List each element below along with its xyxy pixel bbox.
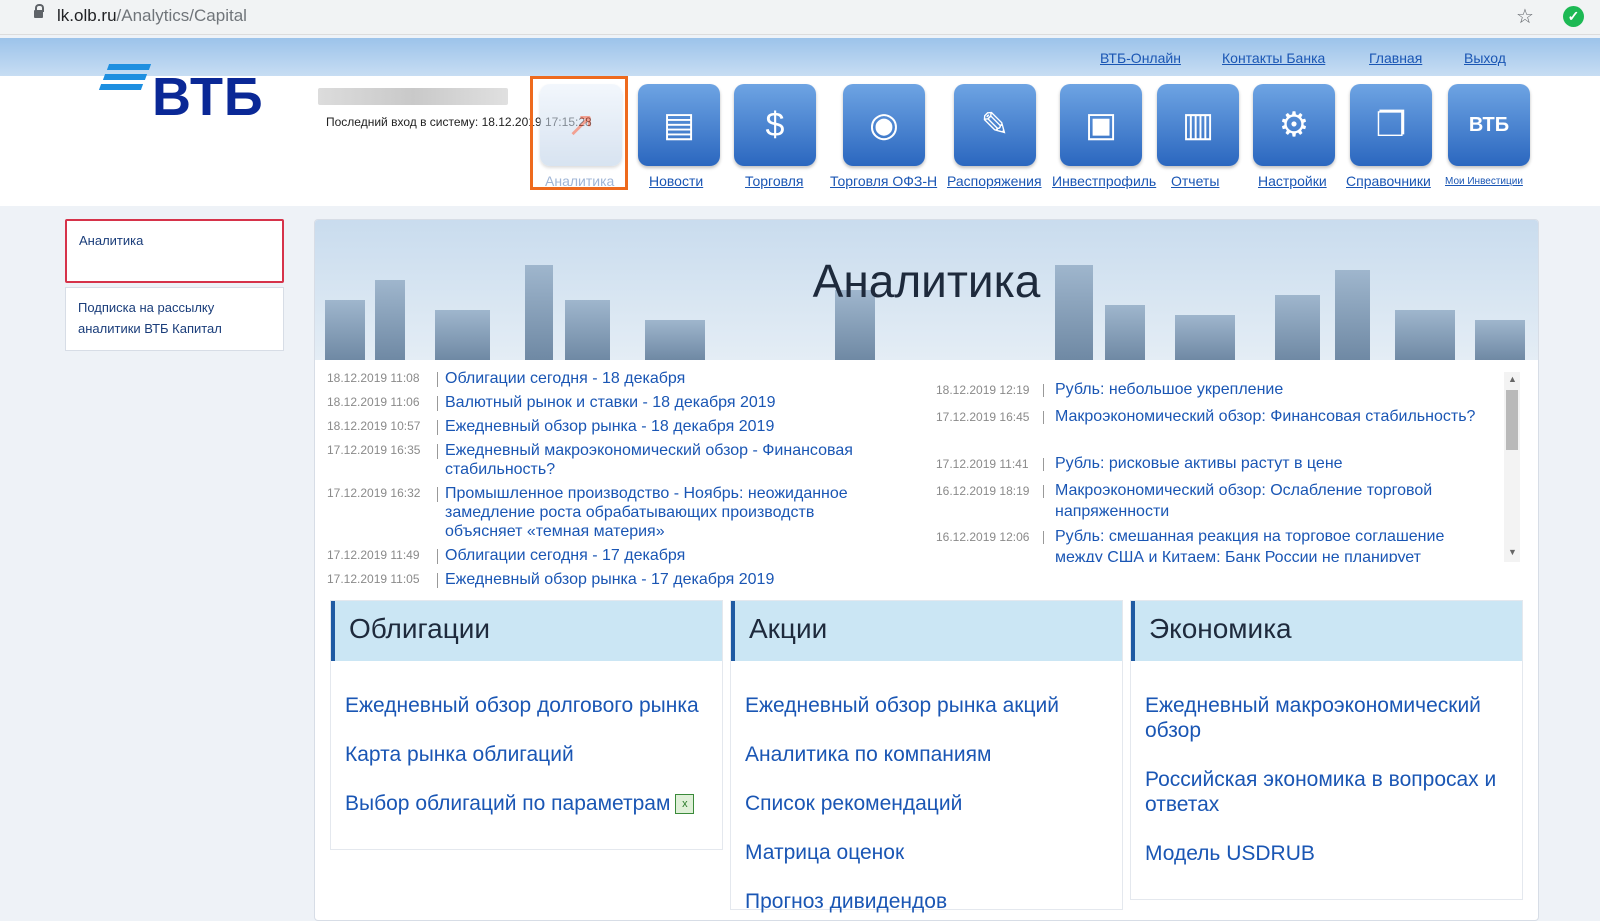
news-icon: ▤ — [638, 84, 720, 166]
category-economy: Экономика Ежедневный макроэкономический … — [1130, 600, 1523, 900]
news-separator — [437, 487, 438, 502]
scroll-thumb[interactable] — [1506, 390, 1518, 450]
portfolio-icon: ▣ — [1060, 84, 1142, 166]
settings-person-icon: ⚙ — [1253, 84, 1335, 166]
news-date: 18.12.2019 12:19 — [936, 383, 1030, 397]
link-bond-selection[interactable]: Выбор облигаций по параметрам x — [345, 791, 715, 816]
link-valuation-matrix[interactable]: Матрица оценок — [745, 840, 1115, 865]
bookmark-star-icon[interactable]: ☆ — [1516, 4, 1534, 29]
extension-check-icon[interactable]: ✓ — [1563, 6, 1584, 27]
link-company-analytics[interactable]: Аналитика по компаниям — [745, 742, 1115, 767]
folders-pen-icon: ✎ — [954, 84, 1036, 166]
url-field[interactable]: lk.olb.ru/Analytics/Capital — [57, 6, 247, 26]
news-link[interactable]: Ежедневный обзор рынка - 18 декабря 2019 — [445, 417, 890, 436]
news-date: 16.12.2019 12:06 — [936, 530, 1030, 544]
briefcase-money-icon: $ — [734, 84, 816, 166]
link-debt-market-review[interactable]: Ежедневный обзор долгового рынка — [345, 693, 715, 718]
news-date: 17.12.2019 11:05 — [327, 572, 420, 586]
banner-title: Аналитика — [812, 255, 1041, 307]
nav-news[interactable]: ▤ Новости — [637, 84, 721, 189]
books-icon: ❐ — [1350, 84, 1432, 166]
news-separator — [437, 444, 438, 459]
news-separator — [1043, 384, 1044, 397]
link-russian-economy-qa[interactable]: Российская экономика в вопросах и ответа… — [1145, 767, 1515, 817]
logo-text: ВТБ — [152, 67, 264, 127]
news-separator — [437, 549, 438, 564]
news-link[interactable]: Макроэкономический обзор: Ослабление тор… — [1055, 480, 1495, 522]
nav-trading[interactable]: $ Торговля — [733, 84, 817, 189]
news-separator — [1043, 458, 1044, 471]
news-separator — [1043, 485, 1044, 498]
news-link[interactable]: Рубль: рисковые активы растут в цене — [1055, 453, 1495, 474]
news-date: 17.12.2019 16:32 — [327, 486, 421, 500]
analytics-banner: Аналитика — [315, 220, 1538, 360]
vtb-invest-icon: ВТБ — [1448, 84, 1530, 166]
news-separator — [1043, 411, 1044, 424]
link-vtb-online[interactable]: ВТБ-Онлайн — [1100, 50, 1181, 66]
link-stock-market-review[interactable]: Ежедневный обзор рынка акций — [745, 693, 1115, 718]
nav-my-investments[interactable]: ВТБ Мои Инвестиции — [1445, 84, 1531, 187]
news-link[interactable]: Рубль: смешанная реакция на торговое сог… — [1055, 526, 1495, 562]
news-date: 17.12.2019 11:49 — [327, 548, 420, 562]
nav-settings[interactable]: ⚙ Настройки — [1252, 84, 1336, 189]
analytics-highlight-frame — [530, 76, 628, 190]
nav-orders[interactable]: ✎ Распоряжения — [947, 84, 1042, 189]
news-link[interactable]: Ежедневный макроэкономический обзор - Фи… — [445, 441, 890, 479]
news-date: 17.12.2019 16:45 — [936, 410, 1030, 424]
link-home[interactable]: Главная — [1369, 50, 1422, 66]
sidebar-item-analytics[interactable]: Аналитика — [65, 219, 284, 283]
lock-icon — [34, 4, 44, 18]
news-link[interactable]: Облигации сегодня - 18 декабря — [445, 369, 890, 388]
news-link[interactable]: Ежедневный обзор рынка - 17 декабря 2019 — [445, 570, 890, 589]
scroll-down-icon[interactable]: ▼ — [1508, 547, 1517, 557]
news-link[interactable]: Макроэкономический обзор: Финансовая ста… — [1055, 406, 1495, 427]
news-separator — [437, 573, 438, 588]
category-title: Облигации — [331, 601, 722, 661]
news-link[interactable]: Рубль: небольшое укрепление — [1055, 379, 1495, 400]
link-logout[interactable]: Выход — [1464, 50, 1506, 66]
sidebar-item-subscription[interactable]: Подписка на рассылку аналитики ВТБ Капит… — [65, 287, 284, 351]
nav-reports[interactable]: ▥ Отчеты — [1156, 84, 1240, 189]
news-scrollbar[interactable]: ▲ ▼ — [1504, 372, 1520, 562]
news-date: 17.12.2019 16:35 — [327, 443, 421, 457]
link-bank-contacts[interactable]: Контакты Банка — [1222, 50, 1325, 66]
nav-trading-ofz[interactable]: ◉ Торговля ОФЗ-Н — [830, 84, 937, 189]
news-separator — [437, 396, 438, 411]
news-date: 18.12.2019 11:06 — [327, 395, 420, 409]
category-bonds: Облигации Ежедневный обзор долгового рын… — [330, 600, 723, 850]
news-date: 16.12.2019 18:19 — [936, 484, 1030, 498]
link-bond-market-map[interactable]: Карта рынка облигаций — [345, 742, 715, 767]
news-date: 18.12.2019 11:08 — [327, 371, 420, 385]
excel-icon[interactable]: x — [675, 794, 695, 815]
category-title: Экономика — [1131, 601, 1522, 661]
news-link[interactable]: Облигации сегодня - 17 декабря — [445, 546, 890, 565]
link-usdrub-model[interactable]: Модель USDRUB — [1145, 841, 1515, 866]
scroll-up-icon[interactable]: ▲ — [1508, 374, 1517, 384]
news-date: 18.12.2019 10:57 — [327, 419, 421, 433]
news-link[interactable]: Валютный рынок и ставки - 18 декабря 201… — [445, 393, 890, 412]
news-link[interactable]: Промышленное производство - Ноябрь: неож… — [445, 484, 890, 541]
category-stocks: Акции Ежедневный обзор рынка акций Анали… — [730, 600, 1123, 913]
category-title: Акции — [731, 601, 1122, 661]
link-dividend-forecast[interactable]: Прогноз дивидендов — [745, 889, 1115, 914]
browser-address-bar: lk.olb.ru/Analytics/Capital ☆ ✓ — [0, 0, 1600, 35]
news-separator — [1043, 531, 1044, 544]
news-separator — [437, 420, 438, 435]
coins-globe-icon: ◉ — [843, 84, 925, 166]
nav-investprofile[interactable]: ▣ Инвестпрофиль — [1052, 84, 1156, 189]
link-macro-review[interactable]: Ежедневный макроэкономический обзор — [1145, 693, 1515, 743]
link-recommendations[interactable]: Список рекомендаций — [745, 791, 1115, 816]
nav-directories[interactable]: ❐ Справочники — [1346, 84, 1433, 189]
user-name-blurred — [318, 88, 508, 105]
news-separator — [437, 372, 438, 387]
news-date: 17.12.2019 11:41 — [936, 457, 1029, 471]
report-chart-icon: ▥ — [1157, 84, 1239, 166]
